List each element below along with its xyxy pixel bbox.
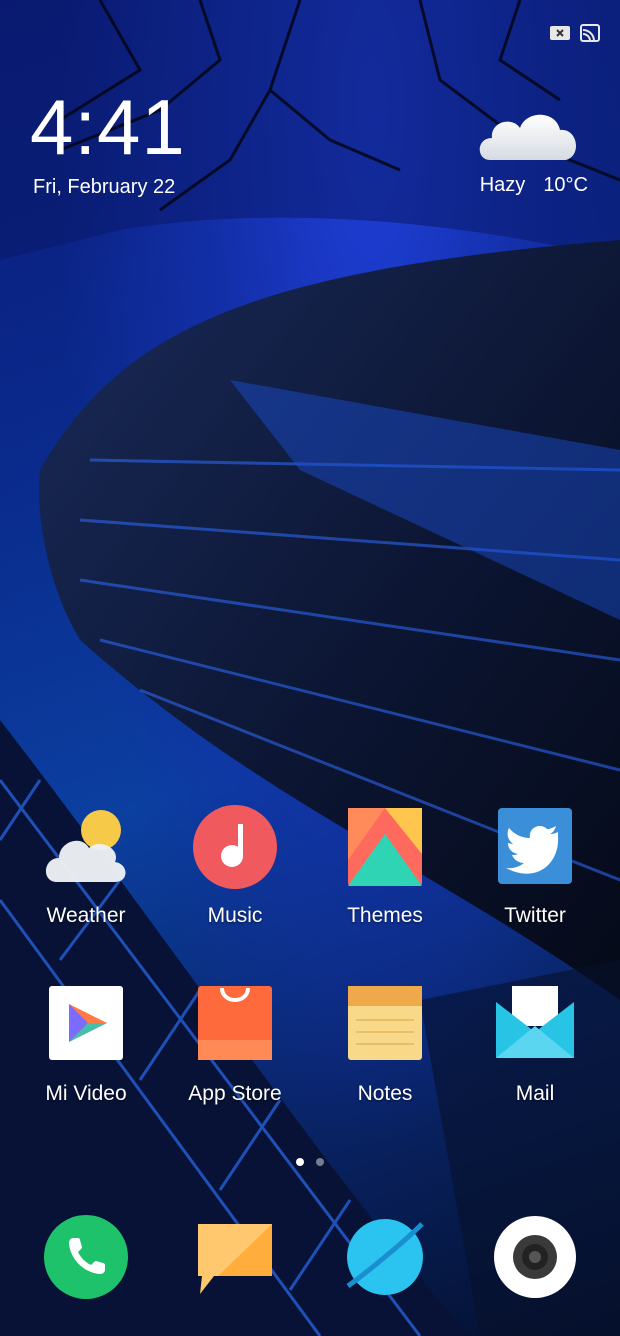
cast-icon bbox=[580, 24, 600, 47]
status-bar bbox=[550, 24, 600, 47]
app-app-store[interactable]: App Store bbox=[160, 982, 310, 1106]
app-weather[interactable]: Weather bbox=[11, 804, 161, 928]
clock-time[interactable]: 4:41 bbox=[30, 88, 186, 166]
notification-icon bbox=[550, 25, 570, 46]
themes-icon bbox=[348, 808, 422, 886]
cloud-icon bbox=[479, 114, 577, 160]
weather-condition: Hazy bbox=[479, 174, 526, 196]
messages-icon bbox=[198, 1224, 272, 1294]
app-label: Mail bbox=[515, 1082, 555, 1105]
twitter-icon bbox=[498, 808, 572, 884]
weather-temperature: 10°C bbox=[543, 174, 588, 196]
app-label: Weather bbox=[46, 904, 126, 927]
phone-icon bbox=[44, 1215, 128, 1299]
mail-icon bbox=[496, 986, 574, 1058]
weather-icon bbox=[45, 810, 126, 882]
mi-video-icon bbox=[49, 986, 123, 1060]
dock-messages[interactable] bbox=[160, 1214, 310, 1300]
app-notes[interactable]: Notes bbox=[310, 982, 460, 1106]
app-label: Themes bbox=[347, 904, 423, 927]
clock-date[interactable]: Fri, February 22 bbox=[33, 176, 175, 199]
app-mail[interactable]: Mail bbox=[460, 982, 610, 1106]
notes-icon bbox=[348, 986, 422, 1060]
app-label: App Store bbox=[188, 1082, 282, 1105]
page-dot-active[interactable] bbox=[296, 1158, 304, 1166]
app-label: Notes bbox=[357, 1082, 413, 1105]
wallpaper bbox=[0, 0, 620, 1336]
browser-icon bbox=[346, 1219, 424, 1295]
music-icon bbox=[193, 805, 277, 889]
camera-icon bbox=[494, 1216, 576, 1298]
dock-browser[interactable] bbox=[310, 1214, 460, 1300]
app-store-icon bbox=[198, 986, 272, 1060]
app-label: Music bbox=[207, 904, 263, 927]
dock-camera[interactable] bbox=[460, 1214, 610, 1300]
page-dot[interactable] bbox=[316, 1158, 324, 1166]
page-indicator bbox=[0, 1158, 620, 1166]
app-label: Mi Video bbox=[45, 1082, 127, 1105]
app-twitter[interactable]: Twitter bbox=[460, 804, 610, 928]
weather-info[interactable]: Hazy 10°C bbox=[480, 174, 588, 197]
app-themes[interactable]: Themes bbox=[310, 804, 460, 928]
dock-phone[interactable] bbox=[11, 1214, 161, 1300]
app-mi-video[interactable]: Mi Video bbox=[11, 982, 161, 1106]
home-screen: 4:41 Fri, February 22 Hazy 10°C Weather bbox=[0, 0, 620, 1336]
app-music[interactable]: Music bbox=[160, 804, 310, 928]
app-label: Twitter bbox=[504, 904, 566, 927]
